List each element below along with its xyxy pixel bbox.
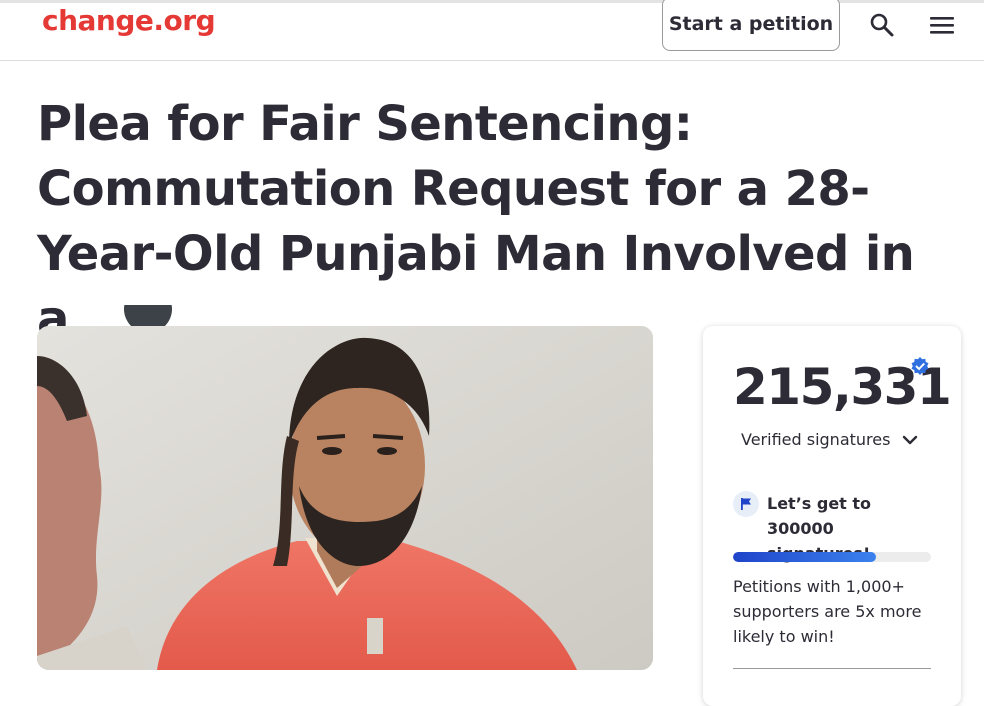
signature-progress-fill — [733, 552, 876, 562]
signature-progress-bar — [733, 552, 931, 562]
site-header: change.org Start a petition — [0, 0, 984, 61]
petition-title: Plea for Fair Sentencing: Commutation Re… — [37, 96, 915, 347]
signature-card: 215,331 Verified signatures Let’s get to… — [703, 326, 961, 706]
start-petition-button[interactable]: Start a petition — [662, 0, 840, 51]
goal-flag — [733, 491, 759, 517]
hamburger-menu-icon — [930, 17, 954, 34]
menu-button[interactable] — [926, 9, 958, 41]
verified-check-icon — [911, 357, 929, 375]
petition-image[interactable] — [37, 326, 653, 670]
verified-signatures-label: Verified signatures — [741, 430, 891, 449]
petition-photo — [37, 326, 653, 670]
search-icon — [870, 13, 894, 37]
search-button[interactable] — [866, 9, 898, 41]
change-org-logo[interactable]: change.org — [42, 4, 216, 37]
flag-icon — [741, 498, 751, 510]
verified-signatures-toggle[interactable]: Verified signatures — [741, 430, 918, 449]
card-divider — [733, 668, 931, 669]
petition-tip: Petitions with 1,000+ supporters are 5x … — [733, 577, 922, 646]
chevron-down-icon — [903, 435, 918, 444]
